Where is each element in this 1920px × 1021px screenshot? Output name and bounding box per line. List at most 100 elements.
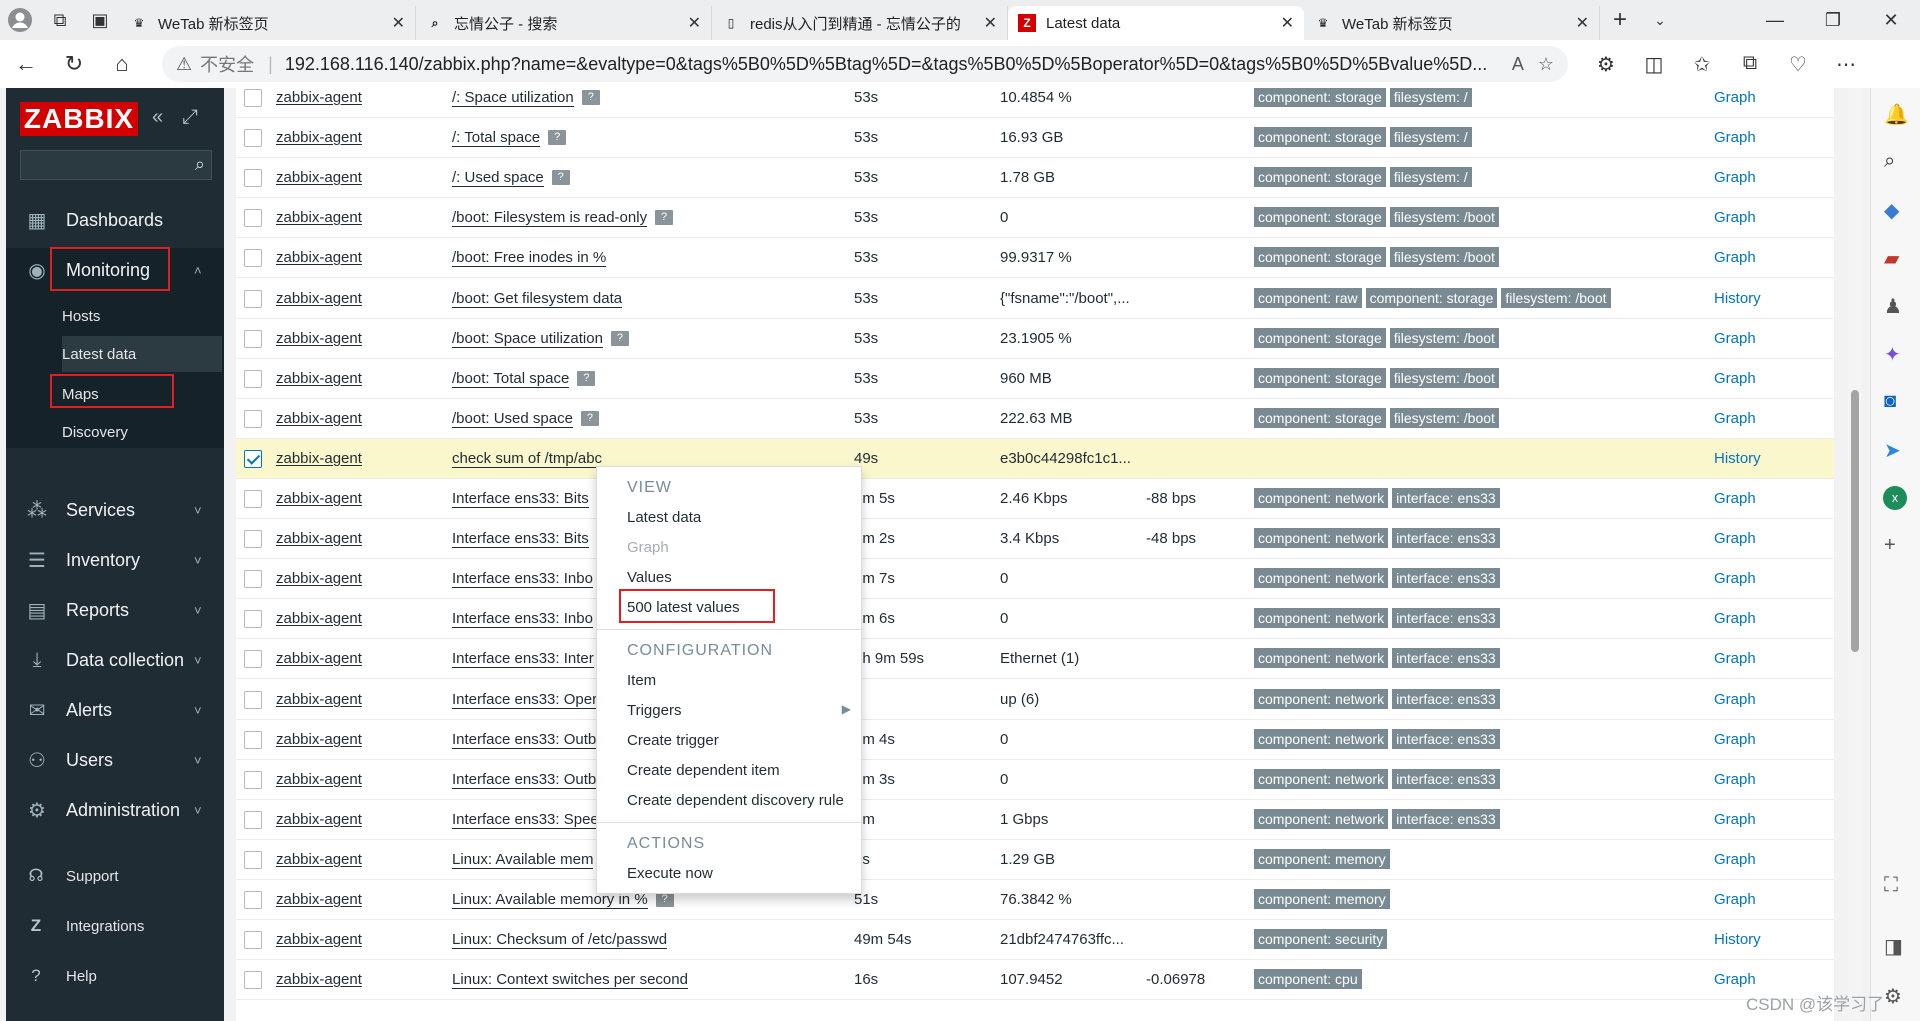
submenu-hosts[interactable]: Hosts [62, 298, 222, 334]
item-name-link[interactable]: Linux: Checksum of /etc/passwd [452, 931, 668, 949]
graph-link[interactable]: Graph [1714, 169, 1756, 186]
graph-link[interactable]: Graph [1714, 249, 1756, 266]
shopping-tag-icon[interactable]: ◆ [1884, 198, 1899, 223]
description-help-icon[interactable]: ? [581, 90, 600, 105]
sidebar-toggle-icon[interactable]: ◨ [1884, 934, 1903, 959]
tag-badge[interactable]: component: network [1254, 648, 1389, 668]
profile-icon[interactable] [0, 0, 40, 40]
host-link[interactable]: zabbix-agent [276, 290, 362, 307]
item-name-link[interactable]: Interface ens33: Bits [452, 530, 602, 548]
tag-badge[interactable]: component: network [1254, 809, 1389, 829]
host-link[interactable]: zabbix-agent [276, 731, 362, 748]
row-checkbox[interactable] [244, 931, 262, 949]
ctx-create-dependent-item[interactable]: Create dependent item [627, 762, 780, 779]
host-link[interactable]: zabbix-agent [276, 650, 362, 667]
row-checkbox[interactable] [244, 249, 262, 267]
row-checkbox[interactable] [244, 490, 262, 508]
graph-link[interactable]: Graph [1714, 129, 1756, 146]
row-checkbox[interactable] [244, 290, 262, 308]
graph-link[interactable]: Graph [1714, 771, 1756, 788]
refresh-icon[interactable]: ↻ [52, 42, 96, 86]
tag-badge[interactable]: interface: ens33 [1392, 608, 1500, 628]
notification-bell-icon[interactable]: 🔔 [1884, 102, 1909, 127]
tag-badge[interactable]: component: storage [1254, 207, 1386, 227]
browser-tab[interactable]: ♛ WeTab 新标签页 ✕ [120, 6, 416, 40]
item-name-link[interactable]: /boot: Space utilization? [452, 330, 629, 348]
extensions-icon[interactable]: ⚙ [1582, 52, 1630, 77]
tag-badge[interactable]: component: storage [1365, 288, 1498, 308]
home-icon[interactable]: ⌂ [100, 42, 144, 86]
row-checkbox[interactable] [244, 891, 262, 909]
tag-badge[interactable]: component: network [1254, 568, 1389, 588]
tag-badge[interactable]: component: memory [1254, 889, 1390, 909]
menu-support[interactable]: ☊ Support [6, 856, 224, 896]
row-checkbox[interactable] [244, 811, 262, 829]
host-link[interactable]: zabbix-agent [276, 891, 362, 908]
item-name-link[interactable]: /boot: Total space? [452, 370, 602, 388]
screenshot-icon[interactable]: ⛶ [1884, 874, 1898, 897]
browser-tab[interactable]: Z Latest data ✕ [1008, 6, 1304, 40]
tag-badge[interactable]: component: network [1254, 769, 1389, 789]
tag-badge[interactable]: component: storage [1254, 368, 1386, 388]
graph-link[interactable]: Graph [1714, 971, 1756, 988]
tag-badge[interactable]: component: network [1254, 608, 1389, 628]
row-checkbox[interactable] [244, 971, 262, 989]
host-link[interactable]: zabbix-agent [276, 931, 362, 948]
host-link[interactable]: zabbix-agent [276, 691, 362, 708]
item-name-link[interactable]: Linux: Available mem [452, 851, 602, 869]
graph-link[interactable]: Graph [1714, 891, 1756, 908]
history-link[interactable]: History [1714, 290, 1761, 307]
menu-reports[interactable]: ▤ Reports ˅ [6, 588, 224, 632]
tag-badge[interactable]: interface: ens33 [1392, 568, 1500, 588]
collapse-sidebar-icon[interactable]: « [152, 106, 163, 129]
row-checkbox[interactable] [244, 530, 262, 548]
item-name-link[interactable]: /: Space utilization? [452, 89, 602, 107]
history-link[interactable]: History [1714, 450, 1761, 467]
item-name-link[interactable]: check sum of /tmp/abc [452, 450, 603, 468]
close-tab-icon[interactable]: ✕ [1576, 13, 1589, 33]
tag-badge[interactable]: filesystem: / [1389, 127, 1472, 147]
split-screen-icon[interactable]: ◫ [1630, 52, 1678, 77]
browser-essentials-icon[interactable]: ♡ [1774, 52, 1822, 77]
browser-tab[interactable]: ♛ WeTab 新标签页 ✕ [1304, 6, 1600, 40]
favorites-icon[interactable]: ✩ [1678, 52, 1726, 77]
item-name-link[interactable]: Interface ens33: Inter [452, 650, 602, 668]
close-tab-icon[interactable]: ✕ [392, 13, 405, 33]
back-icon[interactable]: ← [4, 42, 48, 86]
host-link[interactable]: zabbix-agent [276, 971, 362, 988]
row-checkbox[interactable] [244, 691, 262, 709]
description-help-icon[interactable]: ? [655, 210, 674, 225]
tab-list-chevron-icon[interactable]: ⌄ [1640, 0, 1680, 40]
item-name-link[interactable]: Interface ens33: Spee [452, 811, 602, 829]
host-link[interactable]: zabbix-agent [276, 169, 362, 186]
host-link[interactable]: zabbix-agent [276, 129, 362, 146]
minimize-icon[interactable]: — [1746, 0, 1804, 40]
close-tab-icon[interactable]: ✕ [688, 13, 701, 33]
host-link[interactable]: zabbix-agent [276, 851, 362, 868]
row-checkbox[interactable] [244, 650, 262, 668]
tag-badge[interactable]: filesystem: /boot [1389, 328, 1499, 348]
new-tab-button[interactable]: + [1600, 0, 1640, 40]
item-name-link[interactable]: /boot: Get filesystem data [452, 290, 623, 308]
graph-link[interactable]: Graph [1714, 330, 1756, 347]
restore-icon[interactable]: ❐ [1804, 0, 1862, 40]
more-menu-icon[interactable]: ⋯ [1822, 52, 1870, 77]
favorite-star-icon[interactable]: ☆ [1538, 54, 1554, 75]
description-help-icon[interactable]: ? [580, 411, 599, 426]
host-link[interactable]: zabbix-agent [276, 330, 362, 347]
host-link[interactable]: zabbix-agent [276, 771, 362, 788]
toolbox-icon[interactable]: ▰ [1884, 246, 1899, 271]
menu-help[interactable]: ? Help [6, 956, 224, 996]
add-icon[interactable]: + [1884, 534, 1896, 557]
graph-link[interactable]: Graph [1714, 209, 1756, 226]
item-name-link[interactable]: Interface ens33: Inbo [452, 610, 602, 628]
tag-badge[interactable]: component: cpu [1254, 969, 1362, 989]
tag-badge[interactable]: component: network [1254, 528, 1389, 548]
host-link[interactable]: zabbix-agent [276, 89, 362, 106]
graph-link[interactable]: Graph [1714, 410, 1756, 427]
item-name-link[interactable]: Linux: Available memory in %? [452, 891, 674, 909]
graph-link[interactable]: Graph [1714, 530, 1756, 547]
ctx-triggers[interactable]: Triggers ▶ [627, 702, 851, 719]
description-help-icon[interactable]: ? [610, 331, 629, 346]
tag-badge[interactable]: component: storage [1254, 88, 1386, 107]
